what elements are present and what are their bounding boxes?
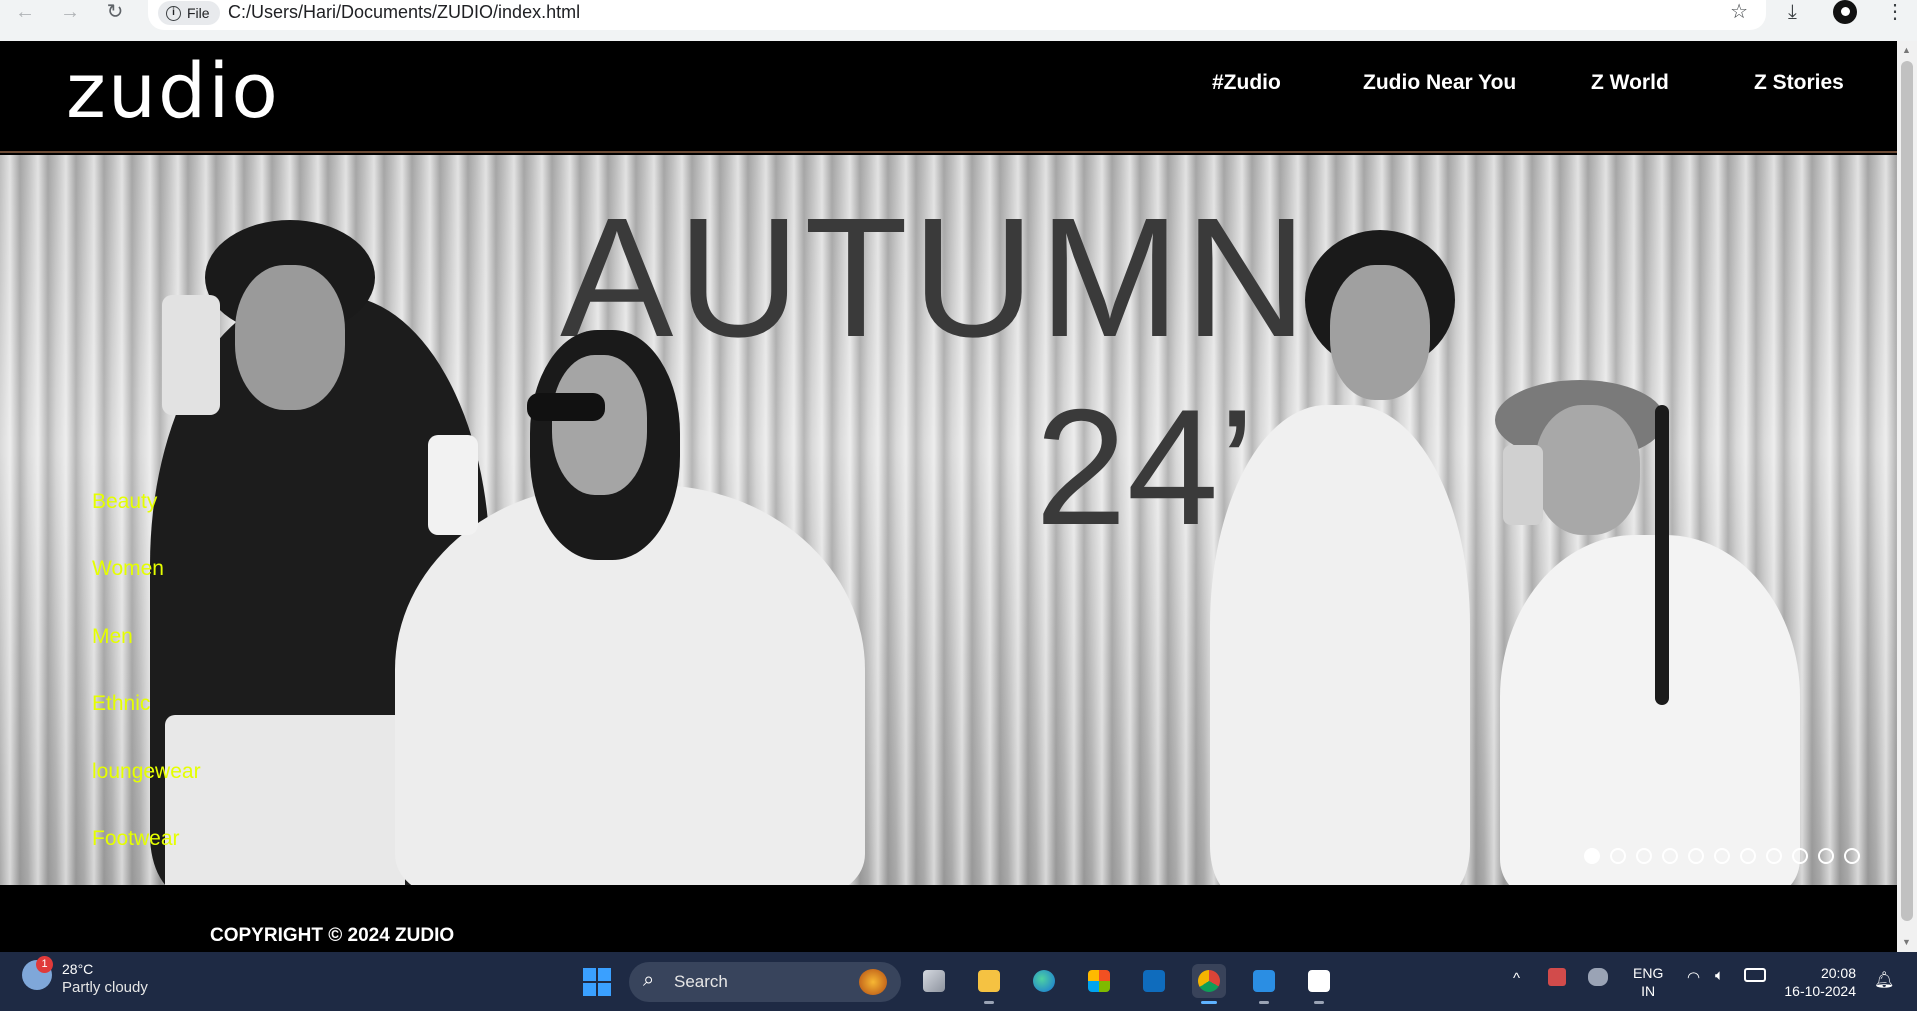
back-button[interactable]: ← xyxy=(10,0,40,24)
app-tray-icon[interactable] xyxy=(1548,968,1566,986)
edge-button[interactable] xyxy=(1027,964,1061,998)
folder-icon xyxy=(978,970,1000,992)
url-text[interactable]: C:/Users/Hari/Documents/ZUDIO/index.html xyxy=(228,0,580,24)
profile-avatar[interactable] xyxy=(1833,0,1857,24)
category-men[interactable]: Men xyxy=(92,625,201,692)
taskbar-search[interactable]: ⌕ Search xyxy=(629,962,901,1002)
vscode-icon xyxy=(1253,970,1275,992)
carousel-dot[interactable] xyxy=(1844,848,1860,864)
carousel-dot[interactable] xyxy=(1792,848,1808,864)
star-icon[interactable]: ☆ xyxy=(1730,0,1748,24)
windows-start-icon[interactable] xyxy=(583,968,611,996)
category-women[interactable]: Women xyxy=(92,557,201,624)
partly-cloudy-icon: 1 xyxy=(22,956,53,990)
carousel-dot[interactable] xyxy=(1714,848,1730,864)
nav-hashtag-zudio[interactable]: #Zudio xyxy=(1212,71,1281,95)
onedrive-icon[interactable] xyxy=(1588,968,1608,986)
outlook-icon xyxy=(1143,970,1165,992)
system-clock[interactable]: 20:08 16-10-2024 xyxy=(1782,964,1856,1000)
weather-desc: Partly cloudy xyxy=(62,979,148,996)
language-indicator[interactable]: ENG IN xyxy=(1633,964,1663,1000)
carousel-dot[interactable] xyxy=(1740,848,1756,864)
snipping-tool-icon xyxy=(1308,970,1330,992)
carousel-dots xyxy=(1584,848,1860,864)
site-chip-label: File xyxy=(187,5,210,21)
carousel-dot[interactable] xyxy=(1766,848,1782,864)
notification-badge: 1 xyxy=(36,956,53,973)
carousel-dot[interactable] xyxy=(1584,848,1600,864)
lang-code: ENG xyxy=(1633,965,1664,981)
zudio-logo[interactable]: zudio xyxy=(66,53,280,129)
chrome-button[interactable] xyxy=(1192,964,1226,1004)
carousel-dot[interactable] xyxy=(1688,848,1704,864)
nav-z-stories[interactable]: Z Stories xyxy=(1754,71,1844,95)
battery-icon[interactable] xyxy=(1744,968,1766,982)
search-highlight-icon xyxy=(859,969,887,995)
forward-button[interactable]: → xyxy=(55,0,85,24)
weather-temp: 28°C xyxy=(62,961,94,977)
file-explorer-button[interactable] xyxy=(972,964,1006,1004)
weather-widget[interactable]: 1 28°C Partly cloudy xyxy=(22,956,148,998)
search-placeholder: Search xyxy=(674,972,728,991)
chevron-up-icon[interactable]: ^ xyxy=(1513,970,1520,987)
store-icon xyxy=(1088,970,1110,992)
task-view-button[interactable] xyxy=(917,964,951,998)
scrollbar-thumb[interactable] xyxy=(1901,61,1913,921)
site-footer: COPYRIGHT © 2024 ZUDIO xyxy=(0,885,1897,952)
volume-icon[interactable]: 🔈︎ xyxy=(1715,967,1724,984)
kebab-menu-icon[interactable]: ⋮ xyxy=(1885,0,1905,24)
carousel-dot[interactable] xyxy=(1662,848,1678,864)
store-button[interactable] xyxy=(1082,964,1116,998)
category-loungewear[interactable]: loungewear xyxy=(92,760,201,827)
snipping-tool-button[interactable] xyxy=(1302,964,1336,1004)
category-footwear[interactable]: Footwear xyxy=(92,827,201,885)
task-view-icon xyxy=(923,970,945,992)
scroll-up-icon[interactable]: ▲ xyxy=(1902,45,1911,55)
edge-icon xyxy=(1033,970,1055,992)
hero-title-autumn: AUTUMN xyxy=(560,183,1312,373)
download-icon[interactable]: ⤓ xyxy=(1788,0,1797,24)
address-bar[interactable]: i File C:/Users/Hari/Documents/ZUDIO/ind… xyxy=(148,0,1766,30)
carousel-dot[interactable] xyxy=(1818,848,1834,864)
clock-date: 16-10-2024 xyxy=(1784,983,1856,999)
lang-region: IN xyxy=(1641,983,1656,999)
carousel-dot[interactable] xyxy=(1636,848,1652,864)
page-scrollbar[interactable]: ▲ ▼ xyxy=(1897,41,1917,952)
category-ethnic[interactable]: Ethnic xyxy=(92,692,201,759)
windows-taskbar: 1 28°C Partly cloudy ⌕ Search ^ ENG IN ◠… xyxy=(0,952,1917,1011)
outlook-button[interactable] xyxy=(1137,964,1171,998)
scroll-down-icon[interactable]: ▼ xyxy=(1902,937,1911,947)
search-icon: ⌕ xyxy=(643,969,655,991)
notification-bell-icon[interactable]: 🔔︎ xyxy=(1874,970,1894,990)
category-beauty[interactable]: Beauty xyxy=(92,490,201,557)
browser-toolbar: ← → ↻ i File C:/Users/Hari/Documents/ZUD… xyxy=(0,0,1917,41)
copyright-text: COPYRIGHT © 2024 ZUDIO xyxy=(210,925,455,946)
info-icon: i xyxy=(166,5,181,21)
nav-zudio-near-you[interactable]: Zudio Near You xyxy=(1363,71,1516,95)
site-header: zudio #Zudio Zudio Near You Z World Z St… xyxy=(0,41,1897,153)
chrome-icon xyxy=(1198,970,1220,992)
site-info-chip[interactable]: i File xyxy=(158,1,220,25)
reload-button[interactable]: ↻ xyxy=(100,0,130,24)
hero-banner: AUTUMN 24’ Beauty Women Men Ethnic loung… xyxy=(0,155,1897,885)
carousel-dot[interactable] xyxy=(1610,848,1626,864)
clock-time: 20:08 xyxy=(1820,965,1856,981)
category-menu: Beauty Women Men Ethnic loungewear Footw… xyxy=(92,490,201,885)
nav-z-world[interactable]: Z World xyxy=(1591,71,1669,95)
wifi-icon[interactable]: ◠ xyxy=(1687,968,1700,986)
vscode-button[interactable] xyxy=(1247,964,1281,1004)
